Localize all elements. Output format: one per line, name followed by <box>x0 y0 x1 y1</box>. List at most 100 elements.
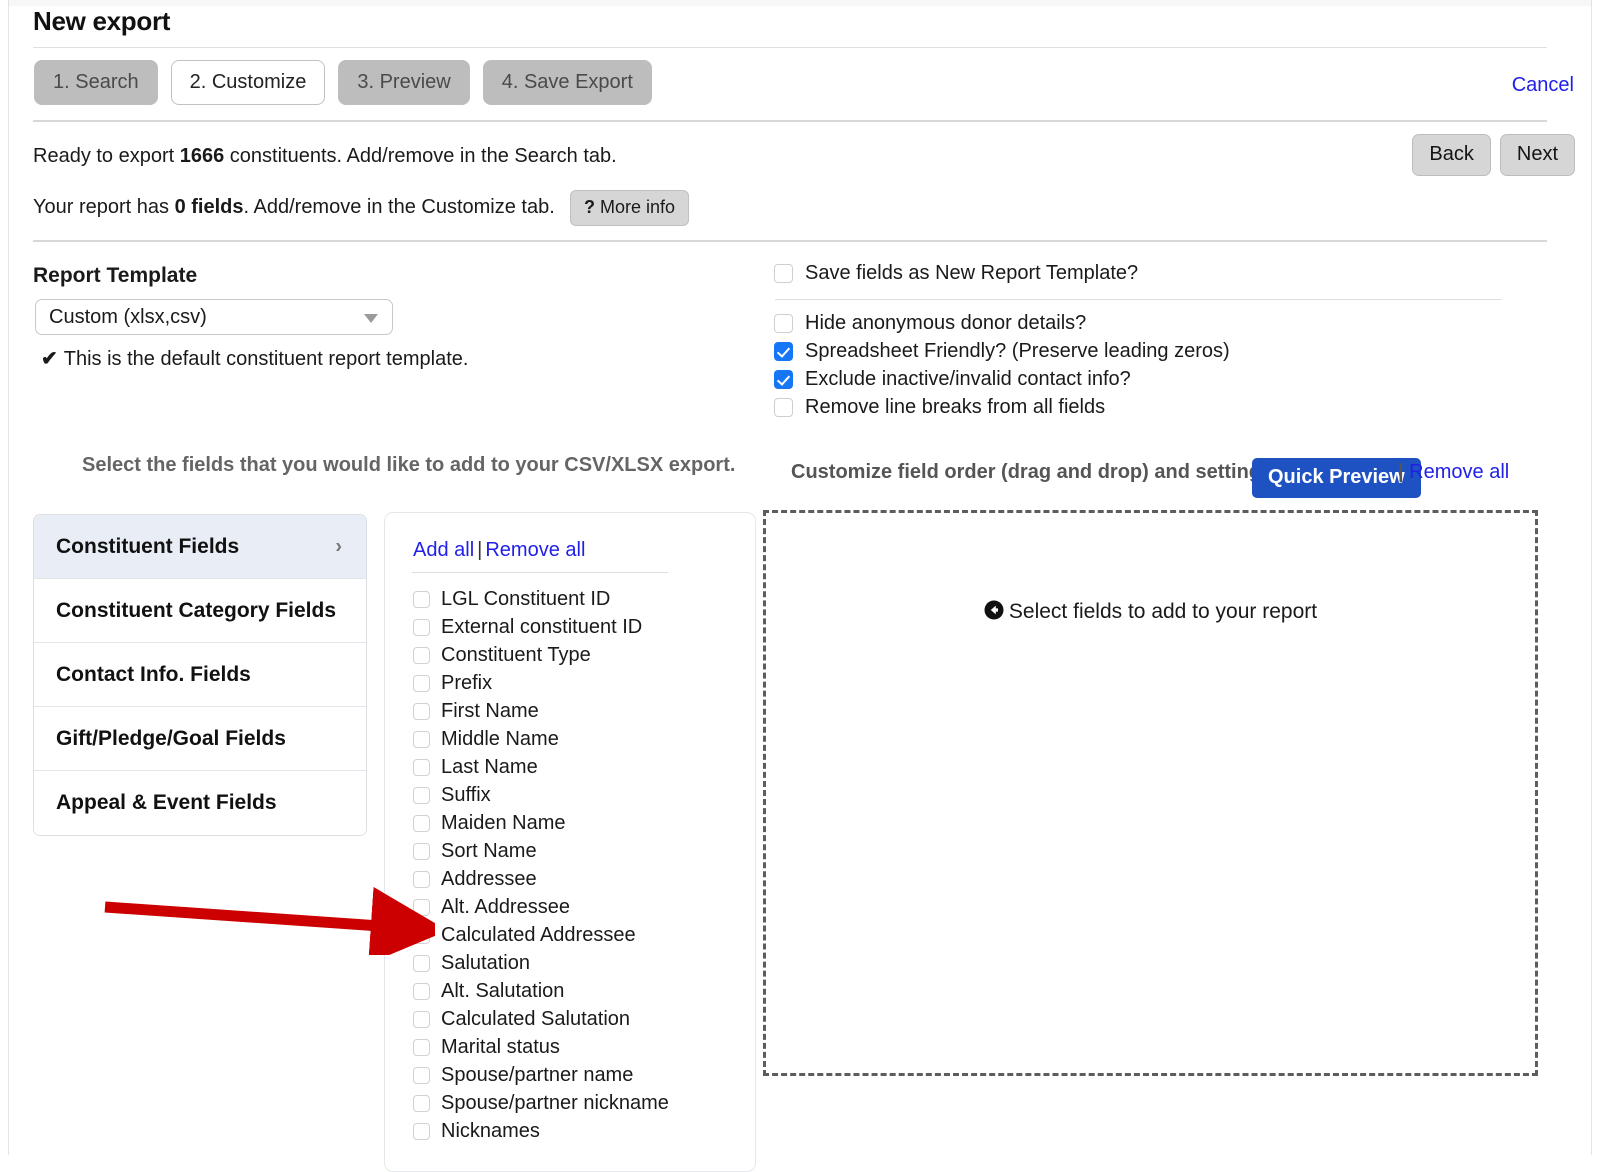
field-row[interactable]: Constituent Type <box>385 641 755 669</box>
field-row[interactable]: LGL Constituent ID <box>385 585 755 613</box>
field-checkbox[interactable] <box>413 898 430 916</box>
field-label: Prefix <box>441 671 493 694</box>
field-checkbox[interactable] <box>413 590 430 608</box>
field-label: Addressee <box>441 867 537 890</box>
question-mark-icon: ? <box>584 197 595 217</box>
field-checkbox[interactable] <box>413 730 430 748</box>
field-checkbox[interactable] <box>413 842 430 860</box>
tab-customize[interactable]: 2. Customize <box>170 60 326 105</box>
field-checkbox[interactable] <box>413 702 430 720</box>
check-icon: ✔ <box>41 348 58 370</box>
field-checkbox[interactable] <box>413 1038 430 1056</box>
checkbox-exclude-inactive[interactable] <box>774 370 793 389</box>
field-actions-divider <box>412 572 668 573</box>
cancel-link[interactable]: Cancel <box>1512 74 1574 97</box>
field-row[interactable]: Suffix <box>385 781 755 809</box>
fields-post: . Add/remove in the Customize tab. <box>243 196 555 218</box>
window-top-strip <box>0 0 1600 6</box>
category-appeal-event-fields[interactable]: Appeal & Event Fields <box>34 771 366 835</box>
field-checkbox[interactable] <box>413 758 430 776</box>
field-row[interactable]: External constituent ID <box>385 613 755 641</box>
remove-all-group: | Remove all <box>1398 461 1509 484</box>
tab-preview[interactable]: 3. Preview <box>338 60 470 105</box>
field-checkbox[interactable] <box>413 1010 430 1028</box>
field-remove-all-link[interactable]: Remove all <box>485 539 585 561</box>
report-template-selected-value: Custom (xlsx,csv) <box>49 306 207 328</box>
field-row[interactable]: Sort Name <box>385 837 755 865</box>
field-checkbox[interactable] <box>413 870 430 888</box>
category-constituent-fields[interactable]: Constituent Fields › <box>34 515 366 579</box>
tab-save-export[interactable]: 4. Save Export <box>482 60 652 105</box>
category-constituent-fields-label: Constituent Fields <box>56 534 240 558</box>
category-appeal-event-fields-label: Appeal & Event Fields <box>56 791 277 814</box>
divider-under-status <box>33 240 1547 242</box>
checkbox-remove-line-breaks[interactable] <box>774 398 793 417</box>
report-template-select[interactable]: Custom (xlsx,csv) <box>35 299 393 335</box>
field-checkbox[interactable] <box>413 982 430 1000</box>
back-button[interactable]: Back <box>1412 134 1491 176</box>
option-save-as-template[interactable]: Save fields as New Report Template? <box>774 262 1138 285</box>
page-right-edge <box>1591 0 1600 1155</box>
wizard-nav-buttons: Back Next <box>1412 134 1575 176</box>
field-checkbox[interactable] <box>413 618 430 636</box>
field-label: Constituent Type <box>441 643 591 666</box>
field-checkbox[interactable] <box>413 954 430 972</box>
category-gift-pledge-goal-fields[interactable]: Gift/Pledge/Goal Fields <box>34 707 366 771</box>
field-label: Salutation <box>441 951 530 974</box>
checkbox-hide-anonymous[interactable] <box>774 314 793 333</box>
field-checkbox[interactable] <box>413 1094 430 1112</box>
field-count: 0 fields <box>174 196 244 218</box>
field-row[interactable]: Alt. Addressee <box>385 893 755 921</box>
field-row[interactable]: Prefix <box>385 669 755 697</box>
field-row[interactable]: Maiden Name <box>385 809 755 837</box>
field-checkbox[interactable] <box>413 926 430 944</box>
fields-pre: Your report has <box>33 196 175 218</box>
field-row[interactable]: Nicknames <box>385 1117 755 1145</box>
divider-under-title <box>33 47 1547 48</box>
field-checkbox[interactable] <box>413 1066 430 1084</box>
option-remove-line-breaks[interactable]: Remove line breaks from all fields <box>774 396 1105 419</box>
field-row[interactable]: Salutation <box>385 949 755 977</box>
field-row[interactable]: Calculated Salutation <box>385 1005 755 1033</box>
field-row[interactable]: Middle Name <box>385 725 755 753</box>
checkbox-spreadsheet-friendly[interactable] <box>774 342 793 361</box>
field-row[interactable]: Alt. Salutation <box>385 977 755 1005</box>
field-row[interactable]: Last Name <box>385 753 755 781</box>
field-row[interactable]: Marital status <box>385 1033 755 1061</box>
next-button[interactable]: Next <box>1499 134 1575 176</box>
pipe-separator: | <box>1398 461 1404 483</box>
field-actions-separator: | <box>477 539 483 561</box>
field-row[interactable]: Addressee <box>385 865 755 893</box>
checkbox-save-as-template[interactable] <box>774 264 793 283</box>
field-label: Nicknames <box>441 1119 540 1142</box>
field-label: External constituent ID <box>441 615 643 638</box>
tab-search[interactable]: 1. Search <box>34 60 158 105</box>
option-spreadsheet-friendly[interactable]: Spreadsheet Friendly? (Preserve leading … <box>774 340 1230 363</box>
report-fields-dropzone[interactable]: Select fields to add to your report <box>763 510 1538 1076</box>
field-checkbox[interactable] <box>413 646 430 664</box>
category-gift-pledge-goal-fields-label: Gift/Pledge/Goal Fields <box>56 726 286 750</box>
option-save-as-template-label: Save fields as New Report Template? <box>805 262 1139 284</box>
customize-order-helper-text: Customize field order (drag and drop) an… <box>791 461 1278 483</box>
option-spreadsheet-friendly-label: Spreadsheet Friendly? (Preserve leading … <box>805 340 1230 362</box>
dropzone-placeholder-text: Select fields to add to your report <box>1008 600 1318 623</box>
field-row[interactable]: Spouse/partner nickname <box>385 1089 755 1117</box>
ready-to-export-line: Ready to export 1666 constituents. Add/r… <box>33 145 617 168</box>
category-constituent-category-fields[interactable]: Constituent Category Fields <box>34 579 366 643</box>
select-fields-helper-text: Select the fields that you would like to… <box>82 454 736 476</box>
field-row[interactable]: Calculated Addressee <box>385 921 755 949</box>
field-checkbox[interactable] <box>413 674 430 692</box>
option-hide-anonymous[interactable]: Hide anonymous donor details? <box>774 312 1086 335</box>
quick-preview-button[interactable]: Quick Preview <box>1252 458 1421 498</box>
field-checkbox[interactable] <box>413 786 430 804</box>
field-row[interactable]: First Name <box>385 697 755 725</box>
field-checkbox[interactable] <box>413 814 430 832</box>
field-checkbox[interactable] <box>413 1122 430 1140</box>
more-info-button[interactable]: ? More info <box>570 190 690 226</box>
option-exclude-inactive[interactable]: Exclude inactive/invalid contact info? <box>774 368 1131 391</box>
field-row[interactable]: Spouse/partner name <box>385 1061 755 1089</box>
remove-all-link[interactable]: Remove all <box>1409 461 1509 483</box>
category-contact-info-fields[interactable]: Contact Info. Fields <box>34 643 366 707</box>
add-all-link[interactable]: Add all <box>413 539 474 561</box>
field-label: LGL Constituent ID <box>441 587 611 610</box>
